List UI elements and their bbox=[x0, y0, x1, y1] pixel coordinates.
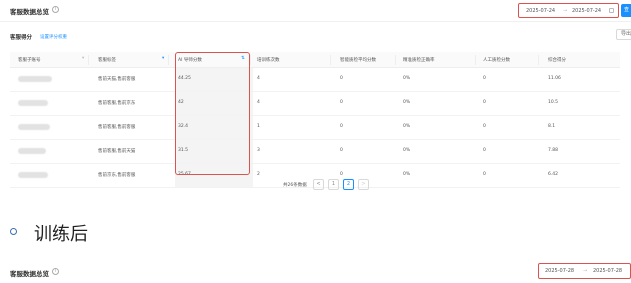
blurred-account bbox=[18, 76, 52, 82]
cell-train: 4 bbox=[257, 100, 260, 105]
info-icon[interactable]: i bbox=[52, 268, 59, 275]
blurred-account bbox=[18, 124, 50, 130]
cell-overall: 6.42 bbox=[548, 172, 559, 177]
column-divider bbox=[475, 55, 476, 65]
date-end-2[interactable]: 2025-07-28 bbox=[593, 268, 622, 274]
cell-tag: 售前客服,售前京东 bbox=[98, 101, 136, 106]
column-divider bbox=[88, 55, 89, 65]
cell-manual: 0 bbox=[483, 100, 486, 105]
cell-smart-avg: 0 bbox=[340, 172, 343, 177]
overview-header: 客服数据总览 i 2025-07-24 → 2025-07-24 查询 bbox=[0, 0, 631, 22]
column-divider bbox=[330, 55, 331, 65]
cell-accuracy: 0% bbox=[403, 148, 411, 153]
export-button[interactable]: 导出 bbox=[616, 29, 631, 40]
date-separator-2: → bbox=[583, 268, 588, 274]
header-account: 客服子账号 bbox=[18, 58, 41, 63]
page-1-button[interactable]: 1 bbox=[328, 179, 339, 190]
cell-overall: 7.88 bbox=[548, 148, 559, 153]
cell-train: 3 bbox=[257, 148, 260, 153]
bullet-text: 训练后 bbox=[34, 224, 88, 245]
overview-title-2: 客服数据总览 bbox=[10, 270, 49, 278]
cell-manual: 0 bbox=[483, 148, 486, 153]
cell-overall: 10.5 bbox=[548, 100, 559, 105]
table-row: 售前客服,售前京东 42 4 0 0% 0 10.5 bbox=[10, 92, 620, 116]
column-divider bbox=[168, 55, 169, 65]
ai-score-highlight bbox=[175, 52, 250, 175]
pagination-total: 共26条数据 bbox=[283, 183, 307, 188]
date-end[interactable]: 2025-07-24 bbox=[572, 8, 601, 14]
cell-smart-avg: 0 bbox=[340, 100, 343, 105]
column-divider bbox=[538, 55, 539, 65]
header-train-count: 培训练次数 bbox=[257, 58, 280, 63]
blurred-account bbox=[18, 100, 48, 106]
table-row: 售前天猫,售前客服 44.25 4 0 0% 0 11.06 bbox=[10, 68, 620, 92]
blurred-account bbox=[18, 172, 48, 178]
column-divider bbox=[250, 55, 251, 65]
circle-bullet-icon bbox=[10, 228, 17, 235]
header-accuracy: 精准质检正确率 bbox=[403, 58, 435, 63]
column-divider bbox=[395, 55, 396, 65]
cell-manual: 0 bbox=[483, 172, 486, 177]
date-start-2[interactable]: 2025-07-28 bbox=[545, 268, 574, 274]
query-button[interactable]: 查询 bbox=[621, 4, 631, 17]
prev-page-button[interactable]: < bbox=[313, 179, 324, 190]
cell-tag: 售前天猫,售前客服 bbox=[98, 77, 136, 82]
table-header: 客服子账号 ▾ 客服标签 ▾ AI 导师分数 ⇅ 培训练次数 智能质检平均分数 … bbox=[10, 52, 620, 68]
cell-train: 4 bbox=[257, 76, 260, 81]
header-smart-avg: 智能质检平均分数 bbox=[340, 58, 376, 63]
cell-train: 1 bbox=[257, 124, 260, 129]
filter-icon[interactable]: ▾ bbox=[82, 56, 86, 61]
overview-panel: 客服数据总览 i 2025-07-24 → 2025-07-24 查询 客服得分… bbox=[0, 0, 631, 198]
header-manual: 人工质检分数 bbox=[483, 58, 510, 63]
cell-train: 2 bbox=[257, 172, 260, 177]
cell-smart-avg: 0 bbox=[340, 76, 343, 81]
next-page-button[interactable]: > bbox=[358, 179, 369, 190]
cell-accuracy: 0% bbox=[403, 76, 411, 81]
overview-title: 客服数据总览 bbox=[10, 8, 49, 16]
cell-accuracy: 0% bbox=[403, 124, 411, 129]
cell-smart-avg: 0 bbox=[340, 124, 343, 129]
header-overall: 综合得分 bbox=[548, 58, 566, 63]
score-section-title: 客服得分 bbox=[10, 35, 33, 41]
date-range-picker-2[interactable]: 2025-07-28 → 2025-07-28 bbox=[538, 263, 631, 279]
cell-accuracy: 0% bbox=[403, 100, 411, 105]
cell-accuracy: 0% bbox=[403, 172, 411, 177]
overview-panel-2: 客服数据总览 i 2025-07-28 → 2025-07-28 bbox=[0, 260, 631, 283]
date-range-picker[interactable]: 2025-07-24 → 2025-07-24 bbox=[518, 3, 619, 18]
blurred-account bbox=[18, 148, 46, 154]
table-row: 售前客服,售前客服 32.4 1 0 0% 0 8.1 bbox=[10, 116, 620, 140]
calendar-icon[interactable] bbox=[609, 7, 614, 13]
page-2-button[interactable]: 2 bbox=[343, 179, 354, 190]
cell-overall: 11.06 bbox=[548, 76, 561, 81]
cell-tag: 售前客服,售前客服 bbox=[98, 125, 136, 130]
date-start[interactable]: 2025-07-24 bbox=[526, 8, 555, 14]
score-weight-link[interactable]: 设置评分权重 bbox=[40, 34, 67, 40]
cell-tag: 售前客服,售前天猫 bbox=[98, 149, 136, 154]
cell-smart-avg: 0 bbox=[340, 148, 343, 153]
table-row: 售前客服,售前天猫 31.5 3 0 0% 0 7.88 bbox=[10, 140, 620, 164]
header-tag: 客服标签 bbox=[98, 58, 116, 63]
filter-icon[interactable]: ▾ bbox=[162, 56, 166, 61]
info-icon[interactable]: i bbox=[52, 5, 59, 13]
cell-manual: 0 bbox=[483, 76, 486, 81]
cell-tag: 售前京东,售前客服 bbox=[98, 173, 136, 178]
cell-manual: 0 bbox=[483, 124, 486, 129]
date-separator: → bbox=[563, 7, 568, 14]
cell-overall: 8.1 bbox=[548, 124, 556, 129]
